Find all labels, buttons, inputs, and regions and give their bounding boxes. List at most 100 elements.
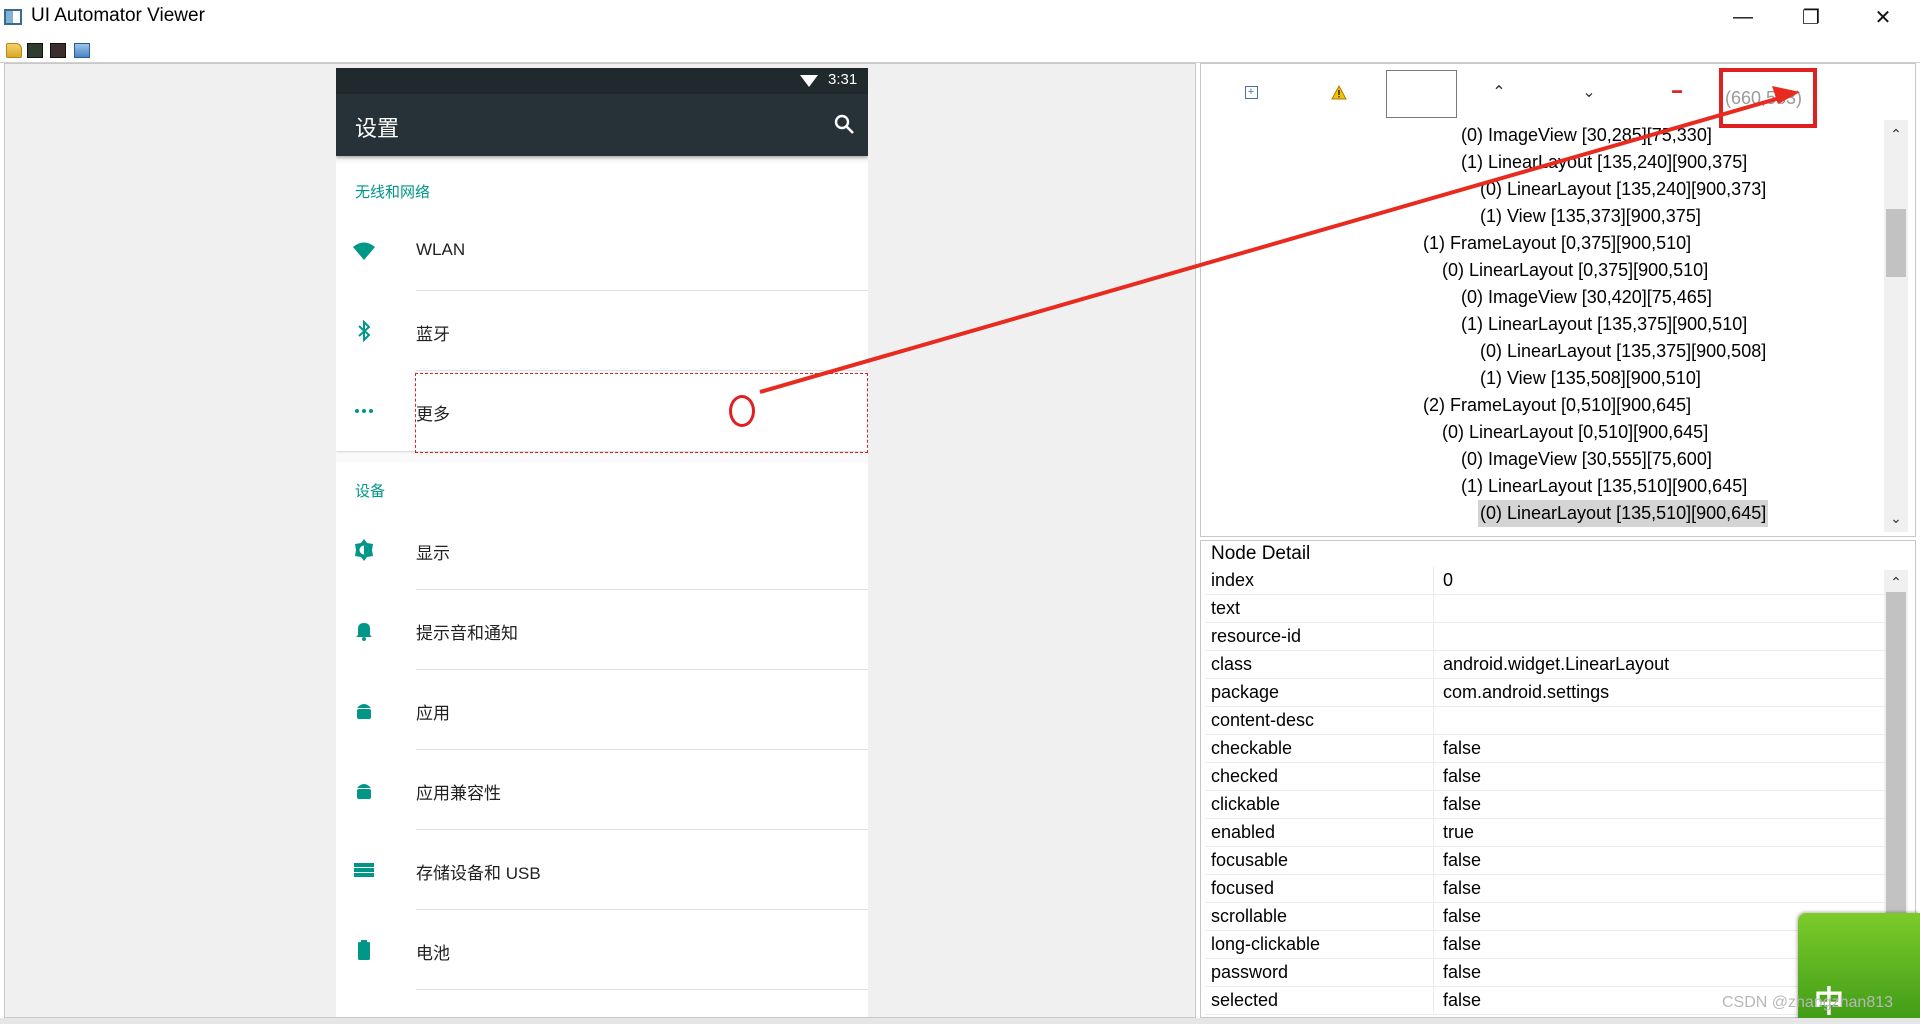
- detail-row-class[interactable]: class android.widget.LinearLayout: [1205, 651, 1887, 679]
- tree-node[interactable]: (1) View [135,508][900,510]: [1478, 365, 1703, 392]
- column-divider: [1433, 651, 1434, 679]
- tree-node[interactable]: (0) LinearLayout [135,240][900,373]: [1478, 176, 1768, 203]
- scroll-down-icon[interactable]: ⌄: [1886, 508, 1906, 528]
- setting-label: 存储设备和 USB: [416, 864, 541, 883]
- android-icon: [357, 784, 371, 799]
- detail-row-index[interactable]: index 0: [1205, 567, 1887, 595]
- tree-node[interactable]: (2) FrameLayout [0,510][900,645]: [1421, 392, 1693, 419]
- setting-label: 电池: [416, 944, 450, 963]
- detail-row-enabled[interactable]: enabled true: [1205, 819, 1887, 847]
- tree-node[interactable]: (0) LinearLayout [0,510][900,645]: [1440, 419, 1710, 446]
- tree-node[interactable]: (0) ImageView [30,555][75,600]: [1459, 446, 1714, 473]
- detail-row-focused[interactable]: focused false: [1205, 875, 1887, 903]
- section-header-device: 设备: [355, 483, 386, 500]
- tree-node[interactable]: (0) LinearLayout [0,375][900,510]: [1440, 257, 1710, 284]
- clear-search-icon[interactable]: ━: [1665, 80, 1689, 104]
- setting-item-battery[interactable]: 电池: [336, 910, 868, 990]
- tree-node[interactable]: (1) FrameLayout [0,375][900,510]: [1421, 230, 1693, 257]
- detail-row-resource-id[interactable]: resource-id: [1205, 623, 1887, 651]
- detail-row-package[interactable]: package com.android.settings: [1205, 679, 1887, 707]
- android-icon: [357, 704, 371, 719]
- detail-row-password[interactable]: password false: [1205, 959, 1887, 987]
- detail-key: checked: [1211, 766, 1279, 786]
- tree-node[interactable]: (0) LinearLayout [135,510][900,645]: [1478, 500, 1769, 527]
- detail-key: content-desc: [1211, 710, 1315, 730]
- detail-row-clickable[interactable]: clickable false: [1205, 791, 1887, 819]
- maximize-button[interactable]: ❐: [1776, 0, 1846, 34]
- setting-item-display[interactable]: 显示: [336, 510, 868, 590]
- hierarchy-tree[interactable]: (0) ImageView [30,285][75,330] (1) Linear…: [1207, 122, 1889, 536]
- warning-icon[interactable]: [1327, 80, 1351, 104]
- tree-node[interactable]: (1) LinearLayout [135,240][900,375]: [1459, 149, 1749, 176]
- section-wireless-networks: 无线和网络 WLAN 蓝牙 更多: [336, 163, 868, 451]
- column-divider: [1433, 595, 1434, 623]
- coordinate-readout: (660,533): [1725, 88, 1803, 108]
- detail-value: com.android.settings: [1443, 682, 1610, 702]
- search-previous-icon[interactable]: ⌃: [1487, 80, 1511, 104]
- setting-item-sound-notification[interactable]: 提示音和通知: [336, 590, 868, 670]
- section-header-wireless: 无线和网络: [355, 184, 431, 201]
- storage-icon: [354, 863, 374, 877]
- more-dots-icon: [355, 409, 373, 413]
- setting-item-wlan[interactable]: WLAN: [336, 211, 868, 291]
- device-screen[interactable]: 3:31 设置 无线和网络 WLAN 蓝牙 更多 设备 显示 提示音和通知 应用…: [336, 68, 868, 1017]
- column-divider: [1433, 567, 1434, 595]
- detail-row-focusable[interactable]: focusable false: [1205, 847, 1887, 875]
- detail-key: focused: [1211, 878, 1275, 898]
- detail-row-text[interactable]: text: [1205, 595, 1887, 623]
- open-folder-icon[interactable]: [6, 43, 22, 58]
- detail-row-checked[interactable]: checked false: [1205, 763, 1887, 791]
- search-icon[interactable]: [832, 112, 856, 136]
- column-divider: [1433, 707, 1434, 735]
- screenshot-panel: 3:31 设置 无线和网络 WLAN 蓝牙 更多 设备 显示 提示音和通知 应用…: [4, 63, 1196, 1018]
- tree-node[interactable]: (1) LinearLayout [135,375][900,510]: [1459, 311, 1749, 338]
- detail-row-scrollable[interactable]: scrollable false: [1205, 903, 1887, 931]
- detail-key: long-clickable: [1211, 934, 1321, 954]
- device-screenshot-icon[interactable]: [27, 43, 43, 58]
- detail-row-checkable[interactable]: checkable false: [1205, 735, 1887, 763]
- detail-row-long-clickable[interactable]: long-clickable false: [1205, 931, 1887, 959]
- setting-item-bluetooth[interactable]: 蓝牙: [336, 291, 868, 371]
- detail-key: text: [1211, 598, 1241, 618]
- status-time: 3:31: [828, 71, 858, 88]
- setting-item-apps[interactable]: 应用: [336, 670, 868, 750]
- setting-label: 蓝牙: [416, 325, 450, 344]
- expand-all-icon[interactable]: +: [1239, 80, 1263, 104]
- detail-key: package: [1211, 682, 1280, 702]
- detail-key: resource-id: [1211, 626, 1302, 646]
- tree-node[interactable]: (0) ImageView [30,420][75,465]: [1459, 284, 1714, 311]
- setting-item-storage-usb[interactable]: 存储设备和 USB: [336, 830, 868, 910]
- save-icon[interactable]: [74, 43, 90, 58]
- minimize-button[interactable]: —: [1708, 0, 1778, 34]
- detail-row-content-desc[interactable]: content-desc: [1205, 707, 1887, 735]
- search-next-icon[interactable]: ⌄: [1577, 80, 1601, 104]
- device-screenshot-compressed-icon[interactable]: [50, 43, 66, 58]
- node-detail-title: Node Detail: [1211, 543, 1311, 564]
- detail-key: enabled: [1211, 822, 1276, 842]
- column-divider: [1433, 819, 1434, 847]
- tree-node[interactable]: (0) LinearLayout [135,375][900,508]: [1478, 338, 1768, 365]
- node-search-input[interactable]: [1386, 70, 1457, 118]
- brightness-icon: [355, 539, 373, 561]
- page-title: 设置: [355, 116, 400, 141]
- hierarchy-scrollbar[interactable]: [1884, 120, 1908, 532]
- detail-value: false: [1443, 878, 1482, 898]
- column-divider: [1433, 623, 1434, 651]
- close-button[interactable]: ✕: [1848, 0, 1918, 34]
- tree-node[interactable]: (1) View [135,373][900,375]: [1478, 203, 1703, 230]
- scroll-up-icon[interactable]: ⌃: [1886, 124, 1906, 144]
- detail-value: false: [1443, 990, 1482, 1010]
- main-toolbar: [0, 40, 1920, 62]
- detail-scroll-up-icon[interactable]: ⌃: [1886, 572, 1906, 592]
- detail-key: focusable: [1211, 850, 1289, 870]
- detail-value: false: [1443, 934, 1482, 954]
- column-divider: [1433, 735, 1434, 763]
- detail-value: 0: [1443, 570, 1454, 590]
- tree-node[interactable]: (1) LinearLayout [135,510][900,645]: [1459, 473, 1749, 500]
- row-divider: [416, 989, 868, 990]
- setting-item-app-compatibility[interactable]: 应用兼容性: [336, 750, 868, 830]
- tree-node[interactable]: (0) ImageView [30,285][75,330]: [1459, 122, 1714, 149]
- hierarchy-scrollbar-thumb[interactable]: [1886, 209, 1906, 277]
- detail-value: false: [1443, 962, 1482, 982]
- setting-item-more[interactable]: 更多: [336, 371, 868, 451]
